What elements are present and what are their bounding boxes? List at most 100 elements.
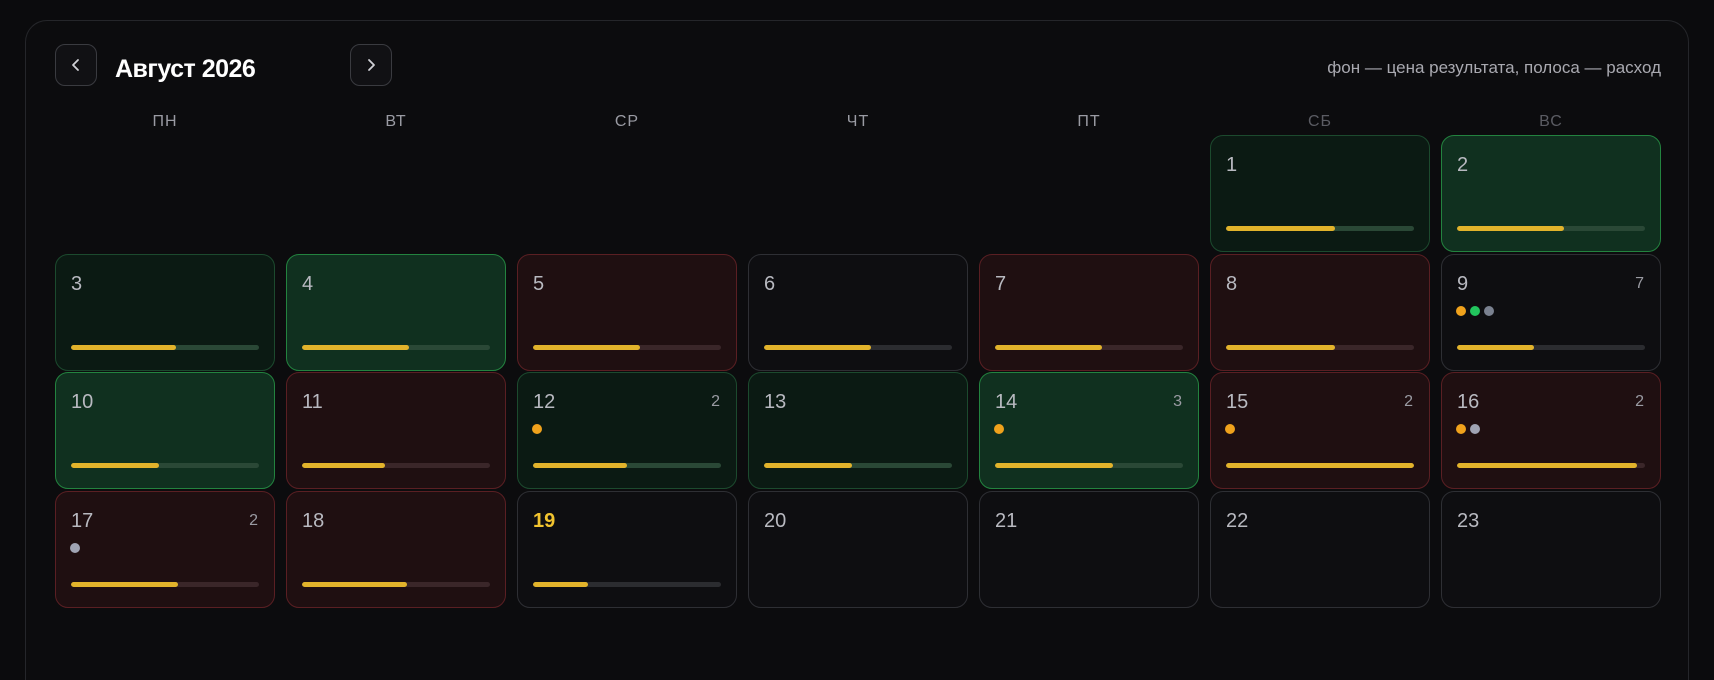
spend-bar <box>1457 226 1645 231</box>
day-cell[interactable]: 7 <box>979 254 1199 371</box>
weekday-label: СР <box>614 113 640 130</box>
event-count: 2 <box>249 512 258 529</box>
day-number: 11 <box>302 391 323 413</box>
prev-month-button[interactable] <box>55 44 97 86</box>
spend-bar-fill <box>302 463 385 468</box>
day-number: 2 <box>1457 154 1469 176</box>
event-dots <box>532 424 542 434</box>
weekday-label: ПН <box>152 113 178 130</box>
day-number: 10 <box>71 391 94 413</box>
spend-bar-fill <box>995 463 1114 468</box>
day-cell[interactable]: 8 <box>1210 254 1430 371</box>
chevron-left-icon <box>72 59 79 71</box>
day-number: 16 <box>1457 391 1480 413</box>
day-number: 13 <box>764 391 787 413</box>
day-number: 12 <box>533 391 556 413</box>
day-number: 21 <box>995 510 1018 532</box>
weekday-label: СБ <box>1307 113 1333 130</box>
event-dot <box>994 424 1004 434</box>
day-cell[interactable]: 10 <box>55 372 275 489</box>
spend-bar-fill <box>1226 226 1336 231</box>
spend-bar-fill <box>995 345 1103 350</box>
spend-bar-fill <box>1226 345 1336 350</box>
spend-bar-fill <box>302 582 408 587</box>
spend-bar-fill <box>1457 463 1638 468</box>
day-number: 8 <box>1226 273 1238 295</box>
spend-bar <box>302 582 490 587</box>
event-dots <box>994 424 1004 434</box>
event-dot <box>1225 424 1235 434</box>
day-number: 15 <box>1226 391 1249 413</box>
spend-bar <box>302 345 490 350</box>
spend-bar <box>1457 463 1645 468</box>
spend-bar <box>1226 463 1414 468</box>
day-number: 5 <box>533 273 545 295</box>
day-cell[interactable]: 2 <box>1441 135 1661 252</box>
event-dot <box>1484 306 1494 316</box>
spend-bar-fill <box>302 345 410 350</box>
day-number: 4 <box>302 273 314 295</box>
day-cell[interactable]: 14 3 <box>979 372 1199 489</box>
chevron-right-icon <box>368 59 375 71</box>
day-cell[interactable]: 6 <box>748 254 968 371</box>
day-cell[interactable]: 11 <box>286 372 506 489</box>
event-dot <box>1470 424 1480 434</box>
day-number: 20 <box>764 510 787 532</box>
spend-bar <box>1457 345 1645 350</box>
day-number: 3 <box>71 273 83 295</box>
spend-bar <box>71 345 259 350</box>
spend-bar-fill <box>533 582 588 587</box>
event-count: 2 <box>1404 393 1413 410</box>
event-dot <box>532 424 542 434</box>
day-cell[interactable]: 12 2 <box>517 372 737 489</box>
day-number: 23 <box>1457 510 1480 532</box>
day-cell[interactable]: 16 2 <box>1441 372 1661 489</box>
day-number: 7 <box>995 273 1007 295</box>
day-number: 18 <box>302 510 325 532</box>
day-cell[interactable]: 23 <box>1441 491 1661 608</box>
day-cell[interactable]: 19 <box>517 491 737 608</box>
day-cell[interactable]: 21 <box>979 491 1199 608</box>
spend-bar <box>533 345 721 350</box>
spend-bar-fill <box>533 345 641 350</box>
spend-bar-fill <box>764 463 853 468</box>
spend-bar-fill <box>1457 345 1535 350</box>
weekday-label: ЧТ <box>846 113 870 130</box>
spend-bar <box>764 463 952 468</box>
spend-bar <box>995 463 1183 468</box>
event-dot <box>70 543 80 553</box>
weekday-label: ПТ <box>1077 113 1101 130</box>
spend-bar <box>71 463 259 468</box>
event-count: 2 <box>711 393 720 410</box>
day-cell[interactable]: 4 <box>286 254 506 371</box>
day-cell[interactable]: 13 <box>748 372 968 489</box>
day-cell[interactable]: 18 <box>286 491 506 608</box>
spend-bar-fill <box>71 463 160 468</box>
month-title: Август 2026 <box>115 55 256 83</box>
spend-bar-fill <box>533 463 627 468</box>
spend-bar <box>764 345 952 350</box>
spend-bar-fill <box>71 582 179 587</box>
day-cell[interactable]: 22 <box>1210 491 1430 608</box>
spend-bar <box>1226 345 1414 350</box>
day-cell[interactable]: 1 <box>1210 135 1430 252</box>
event-count: 7 <box>1635 275 1644 292</box>
spend-bar-fill <box>764 345 872 350</box>
day-number: 22 <box>1226 510 1249 532</box>
day-cell[interactable]: 15 2 <box>1210 372 1430 489</box>
day-cell[interactable]: 97 <box>1441 254 1661 371</box>
day-cell[interactable]: 3 <box>55 254 275 371</box>
weekday-label: ВТ <box>385 113 407 130</box>
event-dots <box>1225 424 1235 434</box>
spend-bar <box>71 582 259 587</box>
next-month-button[interactable] <box>350 44 392 86</box>
day-cell[interactable]: 17 2 <box>55 491 275 608</box>
spend-bar <box>1226 226 1414 231</box>
calendar-panel: Август 2026 фон — цена результата, полос… <box>25 20 1689 680</box>
event-dots <box>1456 306 1494 316</box>
day-cell[interactable]: 5 <box>517 254 737 371</box>
event-dot <box>1456 306 1466 316</box>
day-number: 17 <box>71 510 94 532</box>
day-number: 6 <box>764 273 776 295</box>
day-cell[interactable]: 20 <box>748 491 968 608</box>
